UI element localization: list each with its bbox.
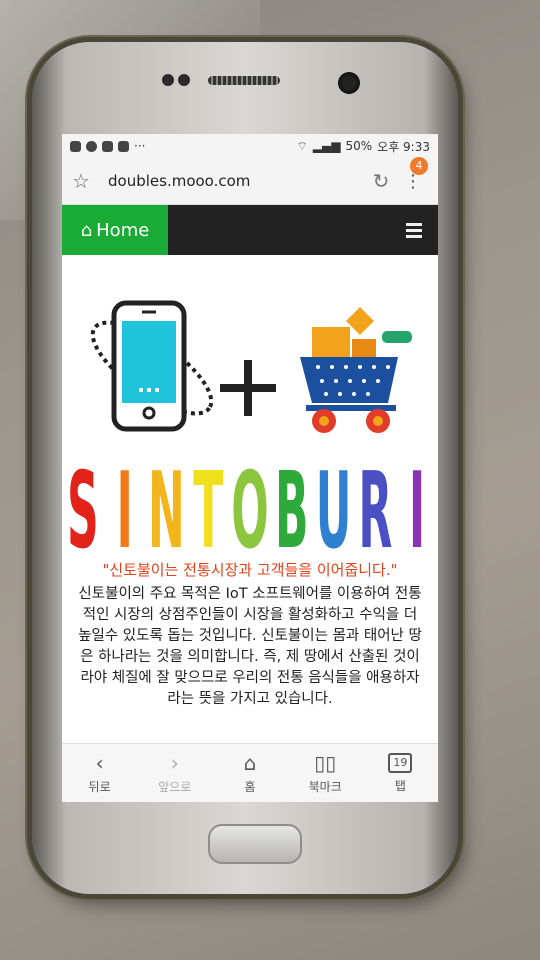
wordmark-letter: B: [275, 450, 309, 555]
phone-screen: ··· ⌔ ▂▄▆ 50% 오후 9:33 ☆ doubles.mooo.com…: [62, 134, 438, 802]
mail-notification-icon: [118, 140, 129, 152]
forward-button[interactable]: › 앞으로: [137, 744, 212, 802]
back-label: 뒤로: [88, 779, 111, 794]
physical-home-button[interactable]: [208, 824, 302, 864]
house-icon: ⌂: [80, 219, 93, 241]
home-link-label: Home: [96, 219, 150, 241]
wordmark-letter: T: [193, 450, 223, 555]
home-icon: ⌂: [243, 750, 257, 775]
front-camera: [338, 72, 360, 94]
wordmark-letter: R: [358, 450, 392, 555]
wifi-icon: ⌔: [296, 138, 308, 153]
tagline: "신토불이는 전통시장과 고객들을 이어줍니다.": [102, 561, 398, 579]
clock: 오후 9:33: [377, 139, 430, 154]
address-bar[interactable]: ☆ doubles.mooo.com ↻ ⋮ 4: [62, 156, 438, 205]
wordmark-letter: U: [316, 450, 352, 555]
home-link[interactable]: ⌂ Home: [62, 205, 168, 255]
back-button[interactable]: ‹ 뒤로: [62, 744, 137, 802]
bookmarks-button[interactable]: ▯▯ 북마크: [288, 744, 363, 802]
description: 신토불이의 주요 목적은 IoT 소프트웨어를 이용하여 전통적인 시장의 상점…: [78, 586, 422, 707]
site-navbar: ⌂ Home: [62, 205, 438, 255]
wordmark-letter: I: [117, 450, 133, 555]
bookmark-star-icon[interactable]: ☆: [72, 169, 102, 193]
browser-menu-button[interactable]: ⋮ 4: [398, 156, 428, 192]
chat-notification-icon: [86, 140, 97, 152]
shopping-cart-illustration: [300, 307, 412, 433]
wordmark-letter: N: [148, 450, 185, 555]
url-field[interactable]: doubles.mooo.com: [102, 172, 364, 190]
app-notification-icon: [70, 140, 81, 152]
sensor-dot: [162, 74, 174, 86]
book-icon: ▯▯: [314, 750, 337, 775]
phone-device: ··· ⌔ ▂▄▆ 50% 오후 9:33 ☆ doubles.mooo.com…: [32, 42, 458, 894]
battery-level: 50%: [345, 139, 373, 153]
browser-bottom-bar: ‹ 뒤로 › 앞으로 ⌂ 홈 ▯▯ 북마크 19 탭: [62, 743, 438, 802]
smartphone-illustration: [90, 300, 214, 432]
sintoburi-wordmark: SINTOBURI: [67, 450, 425, 555]
notification-badge: 4: [410, 156, 428, 175]
more-notifications: ···: [134, 139, 146, 153]
hero-illustration: [90, 300, 412, 433]
wordmark-letter: I: [409, 450, 425, 555]
chevron-right-icon: ›: [170, 750, 179, 775]
tabs-button[interactable]: 19 탭: [363, 744, 438, 802]
status-bar: ··· ⌔ ▂▄▆ 50% 오후 9:33: [62, 134, 438, 158]
tabs-icon: 19: [388, 752, 413, 773]
bookmarks-label: 북마크: [308, 779, 342, 794]
wordmark-letter: S: [67, 450, 99, 555]
chevron-left-icon: ‹: [95, 750, 104, 775]
home-label: 홈: [244, 779, 256, 794]
earpiece-speaker: [208, 76, 280, 85]
home-button[interactable]: ⌂ 홈: [212, 744, 287, 802]
sensor-dot: [178, 74, 190, 86]
hero-banner: SINTOBURI: [62, 255, 438, 555]
hamburger-menu-icon[interactable]: [406, 220, 422, 241]
tabs-label: 탭: [394, 778, 406, 793]
signal-icon: ▂▄▆: [312, 139, 341, 153]
plus-sign: [220, 360, 276, 416]
reload-icon[interactable]: ↻: [364, 169, 398, 193]
wordmark-letter: O: [231, 450, 268, 555]
video-notification-icon: [102, 140, 113, 152]
forward-label: 앞으로: [158, 779, 192, 794]
